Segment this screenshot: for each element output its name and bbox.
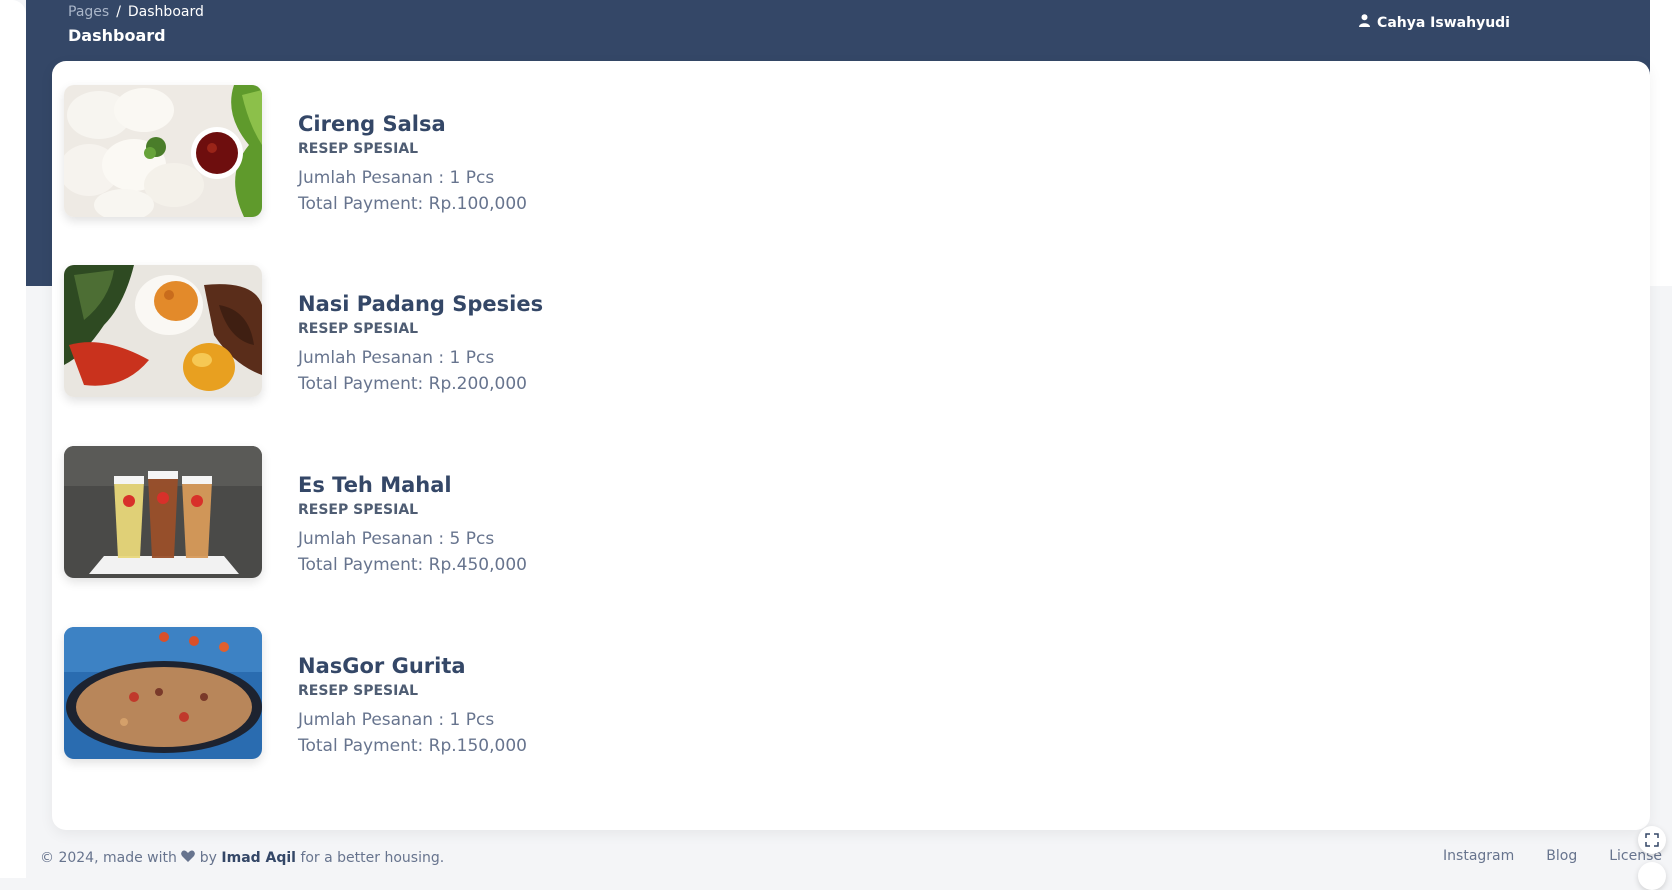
breadcrumb-current: Dashboard xyxy=(127,4,204,20)
order-item-total: Total Payment: Rp.450,000 xyxy=(298,555,527,575)
footer-link-instagram[interactable]: Instagram xyxy=(1443,848,1514,864)
user-name: Cahya Iswahyudi xyxy=(1377,14,1510,31)
es-teh-image xyxy=(64,446,262,578)
settings-icon[interactable] xyxy=(1638,862,1666,890)
orders-card: Cireng Salsa RESEP SPESIAL Jumlah Pesana… xyxy=(52,61,1650,830)
order-item-tag: RESEP SPESIAL xyxy=(298,502,419,518)
order-item[interactable]: NasGor Gurita RESEP SPESIAL Jumlah Pesan… xyxy=(64,627,864,759)
order-item[interactable]: Cireng Salsa RESEP SPESIAL Jumlah Pesana… xyxy=(64,85,864,217)
expand-icon[interactable] xyxy=(1638,826,1666,854)
order-item-tag: RESEP SPESIAL xyxy=(298,683,419,699)
footer-link-blog[interactable]: Blog xyxy=(1546,848,1577,864)
order-item-name: NasGor Gurita xyxy=(298,654,466,678)
breadcrumb-pages-link[interactable]: Pages xyxy=(68,4,109,20)
nasi-padang-image xyxy=(64,265,262,397)
order-item-name: Nasi Padang Spesies xyxy=(298,292,544,316)
footer-copyright: © 2024, made with by Imad Aqil for a bet… xyxy=(40,850,444,866)
user-icon xyxy=(1359,14,1371,31)
order-item-tag: RESEP SPESIAL xyxy=(298,321,419,337)
order-info: Es Teh Mahal RESEP SPESIAL Jumlah Pesana… xyxy=(298,472,527,578)
order-item-total: Total Payment: Rp.200,000 xyxy=(298,374,527,394)
order-item-quantity: Jumlah Pesanan : 1 Pcs xyxy=(298,710,495,730)
order-info: NasGor Gurita RESEP SPESIAL Jumlah Pesan… xyxy=(298,653,527,759)
footer-prefix: © 2024, made with xyxy=(40,850,177,866)
page-title: Dashboard xyxy=(68,26,166,45)
order-item[interactable]: Es Teh Mahal RESEP SPESIAL Jumlah Pesana… xyxy=(64,446,864,578)
footer-suffix: for a better housing. xyxy=(300,850,445,866)
footer-links: Instagram Blog License xyxy=(1443,848,1662,864)
order-info: Nasi Padang Spesies RESEP SPESIAL Jumlah… xyxy=(298,291,543,397)
user-menu[interactable]: Cahya Iswahyudi xyxy=(1359,14,1510,31)
order-info: Cireng Salsa RESEP SPESIAL Jumlah Pesana… xyxy=(298,111,527,217)
order-item-total: Total Payment: Rp.100,000 xyxy=(298,194,527,214)
order-item-tag: RESEP SPESIAL xyxy=(298,141,419,157)
order-item[interactable]: Nasi Padang Spesies RESEP SPESIAL Jumlah… xyxy=(64,265,864,397)
breadcrumb: Pages / Dashboard xyxy=(68,4,204,20)
footer-by: by xyxy=(199,850,217,866)
breadcrumb-separator: / xyxy=(116,4,121,20)
order-item-quantity: Jumlah Pesanan : 1 Pcs xyxy=(298,348,495,368)
footer-author-link[interactable]: Imad Aqil xyxy=(221,850,296,866)
order-item-name: Es Teh Mahal xyxy=(298,473,452,497)
nasgor-gurita-image xyxy=(64,627,262,759)
sidebar-edge xyxy=(0,0,26,878)
heart-icon xyxy=(181,850,196,866)
order-item-quantity: Jumlah Pesanan : 5 Pcs xyxy=(298,529,495,549)
order-item-total: Total Payment: Rp.150,000 xyxy=(298,736,527,756)
order-item-quantity: Jumlah Pesanan : 1 Pcs xyxy=(298,168,495,188)
order-item-name: Cireng Salsa xyxy=(298,112,446,136)
cireng-salsa-image xyxy=(64,85,262,217)
